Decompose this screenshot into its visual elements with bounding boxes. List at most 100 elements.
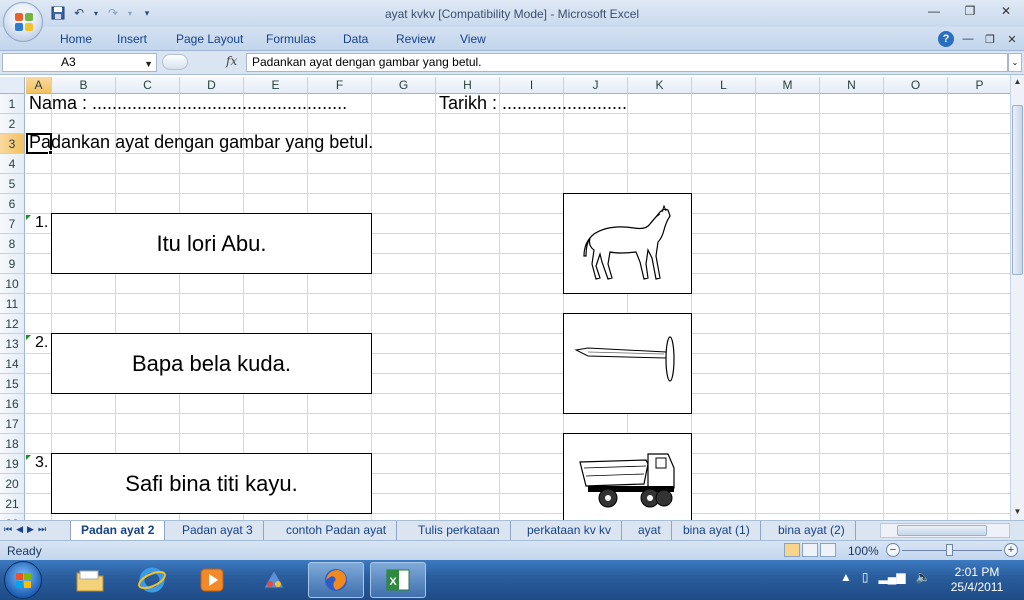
tab-data[interactable]: Data <box>343 32 368 46</box>
item-number[interactable]: 2. <box>35 334 48 352</box>
row-header[interactable]: 13 <box>0 334 25 354</box>
start-button[interactable] <box>4 561 42 599</box>
sheet-tab-padan-ayat-3[interactable]: Padan ayat 3 <box>172 521 264 540</box>
row-header[interactable]: 15 <box>0 374 25 394</box>
prev-sheet-icon[interactable]: ◀ <box>16 524 23 535</box>
instruction-text[interactable]: Padankan ayat dengan gambar yang betul. <box>29 132 373 153</box>
ie-icon[interactable] <box>124 562 180 598</box>
sheet-tab-bina-ayat-1[interactable]: bina ayat (1) <box>673 521 761 540</box>
minimize-icon[interactable]: — <box>916 0 952 22</box>
zoom-slider-thumb[interactable] <box>946 544 953 556</box>
column-header[interactable]: L <box>692 77 756 94</box>
insert-function-icon[interactable]: fx <box>226 54 237 68</box>
horizontal-scrollbar[interactable] <box>880 523 1010 538</box>
tab-view[interactable]: View <box>460 32 486 46</box>
column-header[interactable]: J <box>564 77 628 94</box>
row-header[interactable]: 6 <box>0 194 25 214</box>
next-sheet-icon[interactable]: ▶ <box>27 524 34 535</box>
workbook-restore-icon[interactable]: ❐ <box>982 31 998 47</box>
sheet-tab-padan-ayat-2[interactable]: Padan ayat 2 <box>70 521 166 540</box>
page-break-view-icon[interactable] <box>820 543 836 557</box>
row-header[interactable]: 20 <box>0 474 25 494</box>
name-line[interactable]: Nama : .................................… <box>29 93 347 114</box>
row-header[interactable]: 9 <box>0 254 25 274</box>
page-layout-view-icon[interactable] <box>802 543 818 557</box>
column-header[interactable]: F <box>308 77 372 94</box>
item-number[interactable]: 1. <box>35 214 48 232</box>
tab-insert[interactable]: Insert <box>117 32 147 46</box>
clock[interactable]: 2:01 PM 25/4/2011 <box>942 565 1012 595</box>
sentence-box[interactable]: Safi bina titi kayu. <box>51 453 372 514</box>
last-sheet-icon[interactable]: ⏭ <box>38 524 46 535</box>
media-player-icon[interactable] <box>184 562 240 598</box>
tab-page-layout[interactable]: Page Layout <box>176 32 243 46</box>
row-header[interactable]: 5 <box>0 174 25 194</box>
vertical-scroll-thumb[interactable] <box>1012 105 1023 275</box>
battery-icon[interactable]: ▯ <box>862 570 869 584</box>
name-box[interactable]: A3 ▼ <box>2 53 157 72</box>
tab-home[interactable]: Home <box>60 32 92 46</box>
workbook-close-icon[interactable]: ✕ <box>1004 31 1020 47</box>
sheet-tab-tulis-perkataan[interactable]: Tulis perkataan <box>408 521 511 540</box>
nail-picture[interactable] <box>563 313 692 414</box>
row-header[interactable]: 7 <box>0 214 25 234</box>
folder-icon[interactable] <box>62 562 118 598</box>
sentence-box[interactable]: Bapa bela kuda. <box>51 333 372 394</box>
column-header[interactable]: N <box>820 77 884 94</box>
row-header[interactable]: 19 <box>0 454 25 474</box>
sheet-tab-contoh-padan-ayat[interactable]: contoh Padan ayat <box>276 521 398 540</box>
row-header[interactable]: 2 <box>0 114 25 134</box>
sheet-tab-bina-ayat-2[interactable]: bina ayat (2) <box>768 521 856 540</box>
row-header[interactable]: 16 <box>0 394 25 414</box>
formula-input[interactable]: Padankan ayat dengan gambar yang betul. <box>246 53 1008 72</box>
row-header[interactable]: 3 <box>0 134 25 154</box>
worksheet-grid[interactable]: ABCDEFGHIJKLMNOP 1 2 3 4 5 6 7 8 9 10 11 12 13 14 15 16… <box>0 75 1010 520</box>
scroll-up-icon[interactable]: ▲ <box>1011 75 1024 89</box>
column-header[interactable]: C <box>116 77 180 94</box>
show-hidden-icons-icon[interactable]: ▲ <box>840 570 852 584</box>
normal-view-icon[interactable] <box>784 543 800 557</box>
row-header[interactable]: 8 <box>0 234 25 254</box>
expand-formula-bar-icon[interactable]: ⌄ <box>1008 53 1022 72</box>
first-sheet-icon[interactable]: ⏮ <box>4 524 12 535</box>
column-header[interactable]: P <box>948 77 1010 94</box>
sheet-tab-perkataan-kv-kv[interactable]: perkataan kv kv <box>517 521 623 540</box>
select-all-corner[interactable] <box>0 77 25 94</box>
network-icon[interactable]: ▂▄▆ <box>879 570 906 584</box>
firefox-icon[interactable] <box>308 562 364 598</box>
column-header[interactable]: M <box>756 77 820 94</box>
row-header[interactable]: 11 <box>0 294 25 314</box>
tab-review[interactable]: Review <box>396 32 435 46</box>
zoom-level[interactable]: 100% <box>848 544 879 558</box>
zoom-in-icon[interactable]: + <box>1004 543 1018 557</box>
row-header[interactable]: 1 <box>0 94 25 114</box>
restore-icon[interactable]: ❐ <box>952 0 988 22</box>
tab-formulas[interactable]: Formulas <box>266 32 316 46</box>
column-header[interactable]: H <box>436 77 500 94</box>
row-header[interactable]: 10 <box>0 274 25 294</box>
row-header[interactable]: 14 <box>0 354 25 374</box>
dump-truck-picture[interactable] <box>563 433 692 520</box>
column-header[interactable]: B <box>52 77 116 94</box>
name-box-dropdown-icon[interactable]: ▼ <box>144 56 153 73</box>
workbook-minimize-icon[interactable]: — <box>960 31 976 47</box>
volume-icon[interactable]: 🔈 <box>915 570 930 584</box>
paint-icon[interactable] <box>246 562 302 598</box>
help-icon[interactable]: ? <box>938 31 954 47</box>
date-line[interactable]: Tarikh : ......................... <box>439 93 627 114</box>
column-header[interactable]: E <box>244 77 308 94</box>
column-header[interactable]: D <box>180 77 244 94</box>
row-header[interactable]: 18 <box>0 434 25 454</box>
row-header[interactable]: 4 <box>0 154 25 174</box>
sentence-box[interactable]: Itu lori Abu. <box>51 213 372 274</box>
row-header[interactable]: 12 <box>0 314 25 334</box>
row-header[interactable]: 21 <box>0 494 25 514</box>
formula-bar-resize-handle[interactable] <box>162 54 188 70</box>
item-number[interactable]: 3. <box>35 454 48 472</box>
column-header[interactable]: I <box>500 77 564 94</box>
horse-picture[interactable] <box>563 193 692 294</box>
column-header[interactable]: K <box>628 77 692 94</box>
scroll-down-icon[interactable]: ▼ <box>1011 505 1024 519</box>
office-button[interactable] <box>3 2 43 42</box>
zoom-out-icon[interactable]: − <box>886 543 900 557</box>
